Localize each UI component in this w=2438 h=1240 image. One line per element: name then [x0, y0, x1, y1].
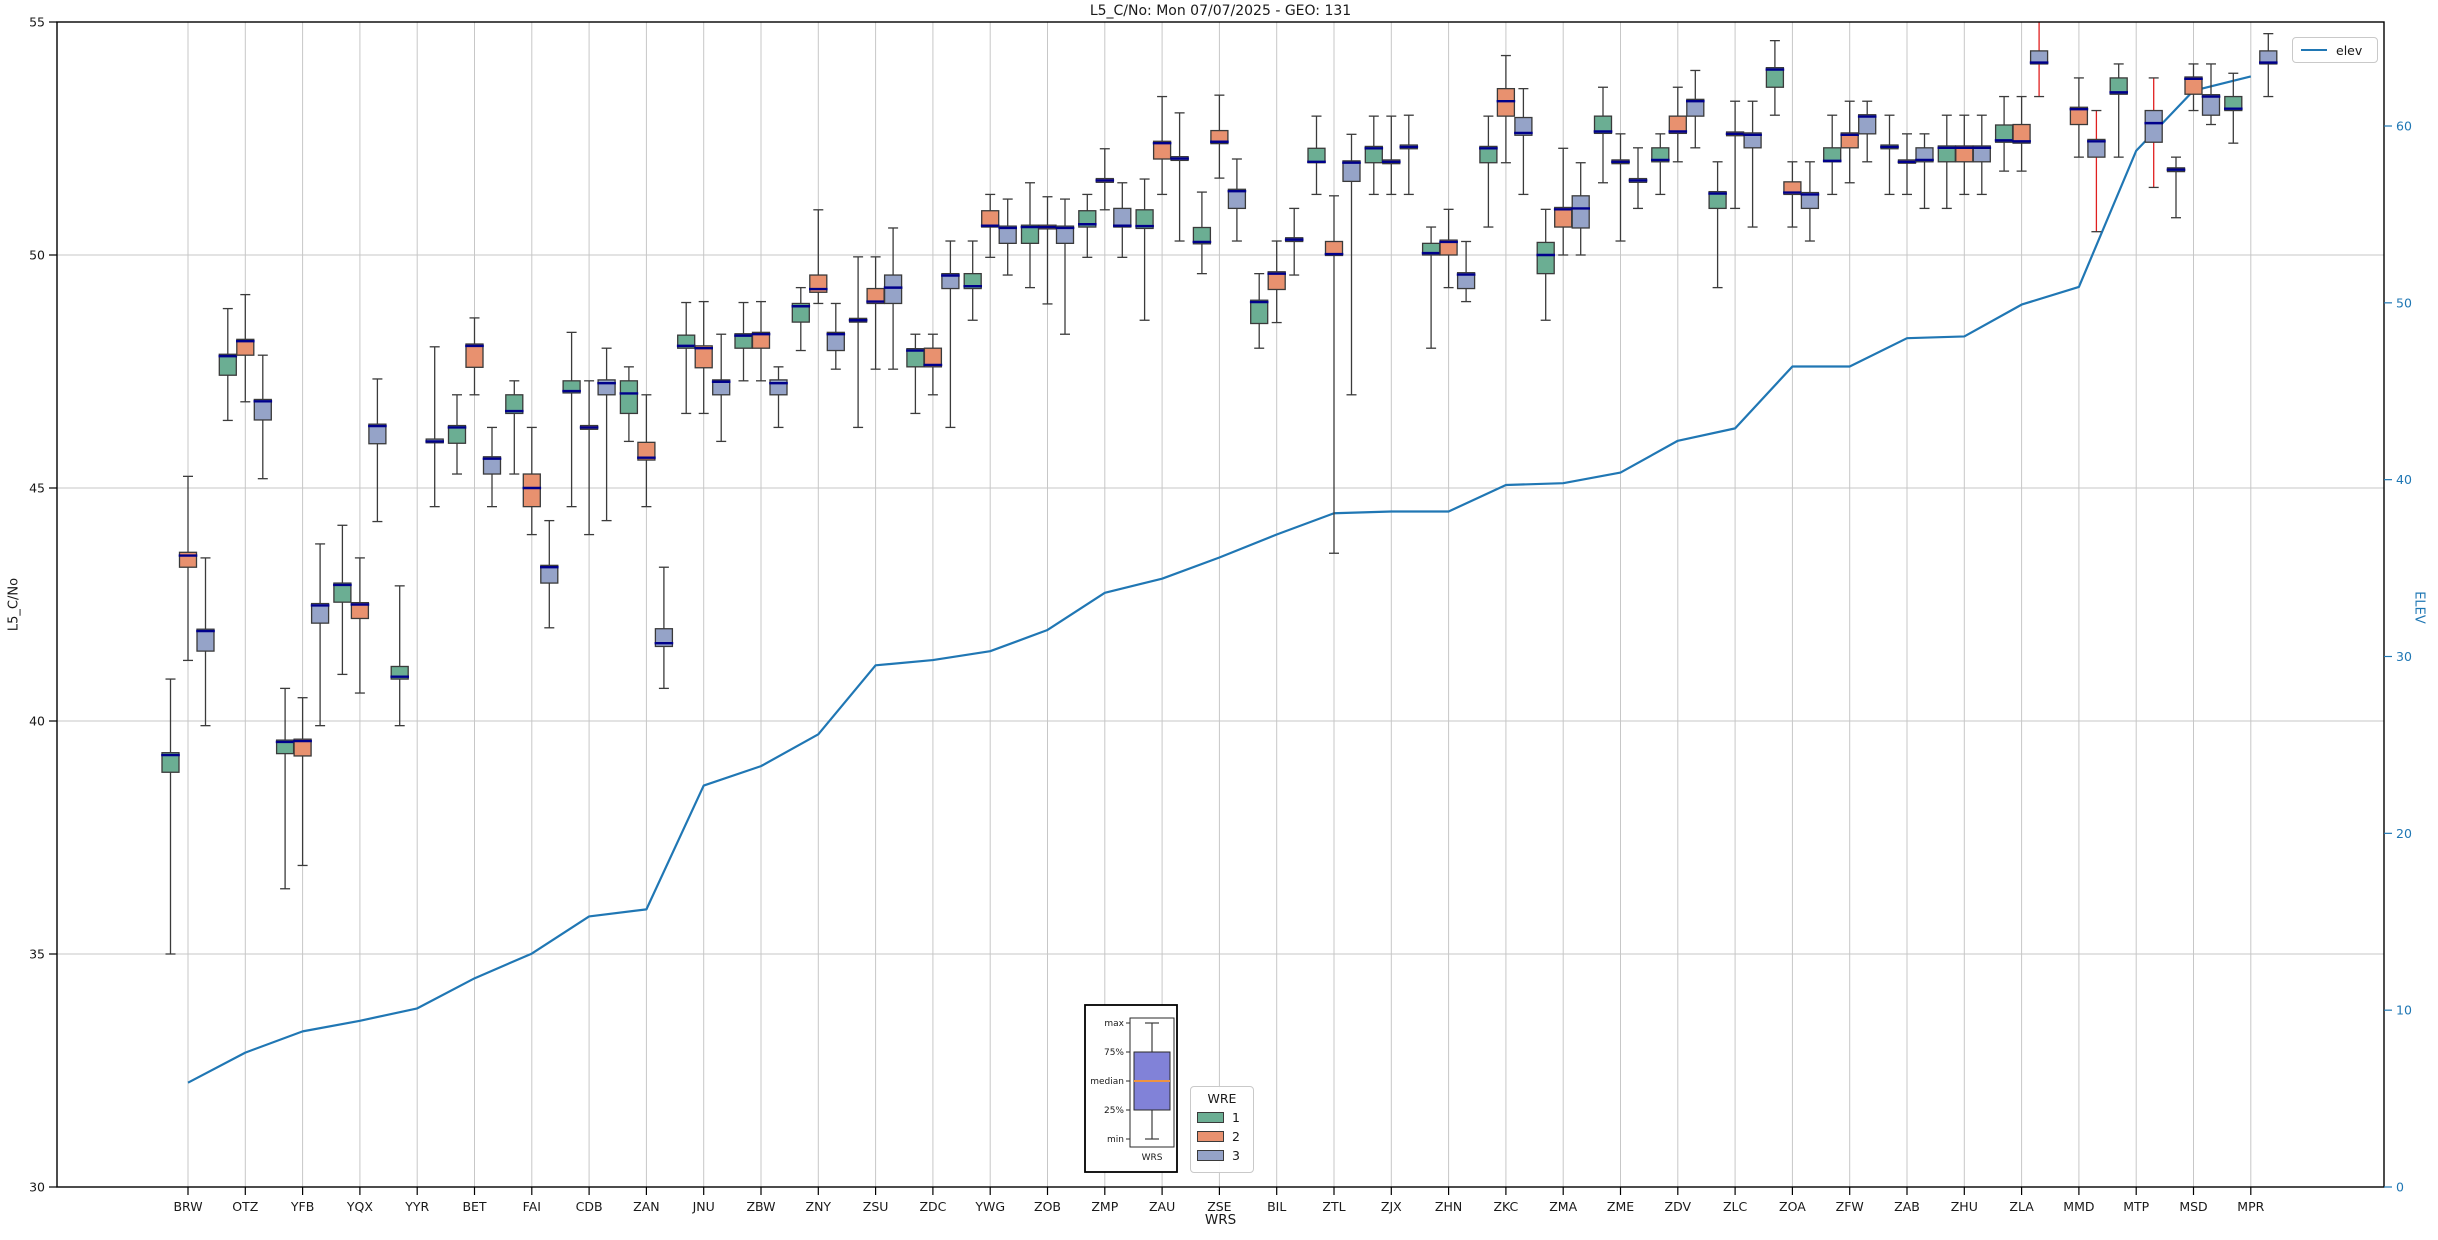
- y-tick-label-left: 30: [29, 1180, 45, 1195]
- iqr-box: [1113, 207, 1132, 228]
- y-tick-label-right: 40: [2396, 472, 2412, 487]
- y-axis-label-right: ELEV: [2411, 591, 2427, 624]
- y-tick-label-left: 45: [29, 481, 45, 496]
- y-tick-label-left: 40: [29, 714, 45, 729]
- inset-xlabel: WRS: [1142, 1153, 1163, 1163]
- iqr-box: [2201, 94, 2221, 116]
- iqr-box: [522, 473, 541, 508]
- figure: 30 35 40 45 50 55 0 10 20 30 40 50 60 BRW OTZ YFB YQX YYR…: [0, 0, 2438, 1240]
- iqr-box: [1571, 195, 1590, 229]
- wre-legend-entry-1: 1: [1197, 1110, 1247, 1125]
- wre3-label: 3: [1232, 1148, 1240, 1163]
- inset-tick-label: median: [1090, 1077, 1124, 1087]
- x-axis-label: WRS: [1204, 1212, 1237, 1228]
- y-tick-label-left: 55: [29, 15, 45, 30]
- inset-tick-label: min: [1107, 1135, 1124, 1145]
- y-tick-label-right: 60: [2396, 119, 2412, 134]
- wre2-label: 2: [1232, 1129, 1240, 1144]
- iqr-box: [1250, 299, 1269, 325]
- boxplot-canvas: 3035404550550102030405060BRW OTZ YFB YQX YYR…: [0, 0, 2438, 1240]
- iqr-box: [2144, 109, 2163, 143]
- wre-legend-entry-3: 3: [1197, 1148, 1247, 1163]
- iqr-box: [253, 398, 272, 421]
- elev-line-sample-icon: [2301, 49, 2327, 51]
- inset-tick-label: 75%: [1104, 1048, 1124, 1058]
- y-tick-label-right: 0: [2396, 1180, 2404, 1195]
- iqr-box: [619, 380, 639, 415]
- wre2-swatch-icon: [1197, 1131, 1224, 1142]
- y-axis-label-left: L5_C/No: [6, 577, 22, 632]
- inset-tick-label: max: [1104, 1019, 1124, 1029]
- wre3-swatch-icon: [1197, 1150, 1224, 1161]
- wre-legend-title: WRE: [1207, 1091, 1237, 1106]
- wre-legend: WRE 1 2 3: [1190, 1086, 1254, 1173]
- boxplot-anatomy-inset: max 75% median 25% min WRS: [1084, 1004, 1178, 1173]
- iqr-box: [1536, 241, 1555, 275]
- chart-title: L5_C/No: Mon 07/07/2025 - GEO: 131: [1089, 3, 1352, 19]
- wre1-swatch-icon: [1197, 1112, 1224, 1123]
- elev-legend-label: elev: [2336, 42, 2363, 58]
- iqr-box: [1342, 160, 1361, 183]
- y-tick-label-right: 20: [2396, 826, 2412, 841]
- inset-tick-label: 25%: [1104, 1106, 1124, 1116]
- wre-legend-entry-2: 2: [1197, 1129, 1247, 1144]
- elev-legend: elev: [2292, 37, 2378, 63]
- wre1-label: 1: [1232, 1110, 1240, 1125]
- iqr-box: [883, 274, 903, 305]
- iqr-box: [465, 343, 484, 368]
- iqr-box: [196, 628, 215, 652]
- y-tick-label-right: 50: [2396, 295, 2412, 310]
- y-tick-label-right: 30: [2396, 649, 2412, 664]
- y-tick-label-right: 10: [2396, 1003, 2412, 1018]
- y-tick-label-left: 50: [29, 248, 45, 263]
- y-tick-label-left: 35: [29, 947, 45, 962]
- iqr-box: [218, 353, 237, 376]
- iqr-box: [1307, 147, 1326, 164]
